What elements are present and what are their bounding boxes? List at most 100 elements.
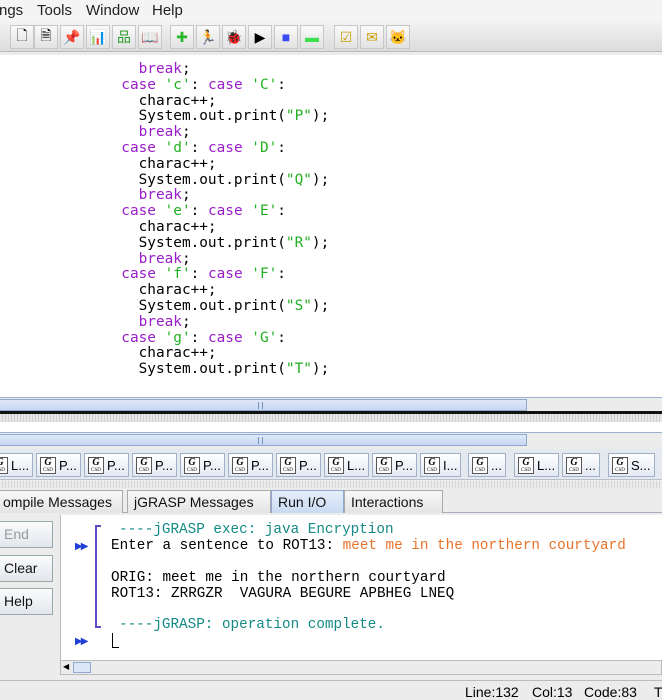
- file-tab[interactable]: GCSDL...: [514, 453, 560, 477]
- csd-file-icon: GCSD: [184, 456, 200, 474]
- csd-file-icon: GCSD: [424, 456, 440, 474]
- code-text: ;: [181, 61, 191, 77]
- scrollbar-thumb[interactable]: [0, 399, 527, 411]
- text-cursor: [112, 633, 119, 648]
- file-tab[interactable]: G CSD P...: [180, 453, 225, 477]
- end-button[interactable]: End: [0, 521, 53, 548]
- pin-icon[interactable]: 📌: [60, 25, 84, 49]
- hierarchy-icon[interactable]: 品: [112, 25, 136, 49]
- scrollbar-thumb[interactable]: [0, 434, 527, 446]
- user-input-text: meet me in the northern courtyard: [342, 538, 626, 554]
- blank-strip: [0, 422, 662, 432]
- tabs-horizontal-scrollbar[interactable]: [0, 432, 662, 447]
- keyword: break: [138, 61, 182, 77]
- file-tab-label: P...: [155, 457, 173, 473]
- file-tab-label: P...: [395, 457, 413, 473]
- file-tab[interactable]: G CSD P...: [132, 453, 177, 477]
- string-literal: 'E': [251, 203, 278, 220]
- string-literal: "P": [285, 108, 312, 125]
- csd-file-icon: GCSD: [88, 456, 104, 474]
- menu-help[interactable]: Help: [152, 2, 183, 19]
- string-literal: 'C': [251, 76, 278, 93]
- file-tab[interactable]: G CSD P...: [36, 453, 81, 477]
- code-text: charac++;: [138, 92, 217, 109]
- compile-plus-icon[interactable]: ✚: [170, 25, 194, 49]
- keyword: case: [207, 139, 243, 156]
- code-text: ;: [181, 124, 191, 141]
- debug-bug-icon[interactable]: 🐞: [222, 25, 246, 49]
- file-tab[interactable]: G CSD P...: [276, 453, 321, 477]
- csd-file-icon: GCSD: [136, 456, 152, 474]
- keyword: break: [138, 124, 182, 141]
- bar-chart-icon[interactable]: 📊: [86, 25, 110, 49]
- file-tab[interactable]: G CSD P...: [84, 453, 129, 477]
- scroll-left-icon[interactable]: ◀: [63, 662, 69, 671]
- file-tab-label: P...: [203, 457, 221, 473]
- exec-line: ----jGRASP exec: java Encryption: [119, 522, 394, 538]
- file-tab-label: P...: [299, 457, 317, 473]
- csd-file-icon: GCSD: [472, 456, 488, 474]
- code-text: ;: [181, 250, 191, 267]
- string-literal: "Q": [285, 171, 312, 188]
- code-text: );: [311, 297, 330, 314]
- file-tab[interactable]: G CSD...: [468, 453, 506, 477]
- file-tab[interactable]: G CSD S...: [608, 453, 655, 477]
- file-tab[interactable]: G CSD P...: [372, 453, 417, 477]
- code-line: case 'c': case 'C':: [0, 76, 662, 94]
- new-file-icon[interactable]: 🗋: [10, 25, 34, 49]
- check-folder-icon[interactable]: ✉: [360, 25, 384, 49]
- code-text: System.out.print(: [138, 234, 286, 251]
- code-text: charac++;: [138, 345, 217, 362]
- code-text: System.out.print(: [138, 171, 286, 188]
- book-icon[interactable]: 📖: [138, 25, 162, 49]
- tab-compile-messages[interactable]: ompile Messages: [0, 490, 123, 513]
- menu-window[interactable]: Window: [86, 2, 139, 19]
- green-square-icon[interactable]: ▬: [300, 25, 324, 49]
- check-doc-icon[interactable]: ☑: [334, 25, 358, 49]
- code-text: charac++;: [138, 282, 217, 299]
- presentation-icon[interactable]: ▶: [248, 25, 272, 49]
- new-doc-icon[interactable]: 🗎: [34, 25, 58, 49]
- file-tab-label: I...: [443, 457, 458, 473]
- menu-settings[interactable]: ngs: [0, 2, 23, 19]
- message-tabs: ompile Messages jGRASP Messages Run I/O …: [0, 488, 662, 513]
- menu-tools[interactable]: Tools: [37, 2, 72, 19]
- io-horizontal-scrollbar[interactable]: ◀: [60, 660, 662, 675]
- keyword: case: [121, 266, 156, 283]
- pane-splitter-2[interactable]: [0, 481, 662, 488]
- code-line: case 'e': case 'E':: [0, 203, 662, 220]
- file-tab[interactable]: G CSD I...: [420, 453, 462, 477]
- code-line: System.out.print("P");: [0, 108, 662, 125]
- file-tab[interactable]: GCSDL...: [324, 453, 370, 477]
- file-tab[interactable]: GCSDL...: [0, 453, 34, 477]
- run-io-console[interactable]: ----jGRASP exec: java Encryption ▶▶ Ente…: [60, 515, 662, 660]
- editor-horizontal-scrollbar[interactable]: [0, 397, 662, 412]
- tab-interactions[interactable]: Interactions: [344, 490, 443, 513]
- clear-button[interactable]: Clear: [0, 555, 53, 582]
- code-line: break;: [0, 314, 662, 331]
- code-line: charac++;: [0, 282, 662, 299]
- pane-splitter[interactable]: [0, 411, 662, 422]
- code-editor[interactable]: break; case 'c': case 'C': charac++; Sys…: [0, 55, 662, 397]
- blue-square-icon[interactable]: ■: [274, 25, 298, 49]
- complete-line: ----jGRASP: operation complete.: [119, 617, 385, 633]
- csd-file-icon: GCSD: [280, 456, 296, 474]
- orig-line: ORIG: meet me in the northern courtyard: [111, 570, 446, 586]
- tab-run-io[interactable]: Run I/O: [271, 490, 344, 513]
- string-literal: 'c': [164, 76, 191, 93]
- tab-jgrasp-messages[interactable]: jGRASP Messages: [127, 490, 271, 513]
- run-figure-icon[interactable]: 🏃: [196, 25, 220, 49]
- file-tab[interactable]: G CSD...: [562, 453, 600, 477]
- cat-icon[interactable]: 🐱: [386, 25, 410, 49]
- file-tab-label: P...: [107, 457, 125, 473]
- code-text: System.out.print(: [138, 361, 286, 378]
- help-button[interactable]: Help: [0, 588, 53, 615]
- code-text: :: [190, 266, 208, 283]
- file-tab-label: L...: [537, 457, 556, 473]
- file-tab[interactable]: G CSD P...: [228, 453, 273, 477]
- scrollbar-thumb[interactable]: [73, 662, 91, 673]
- code-line: charac++;: [0, 345, 662, 362]
